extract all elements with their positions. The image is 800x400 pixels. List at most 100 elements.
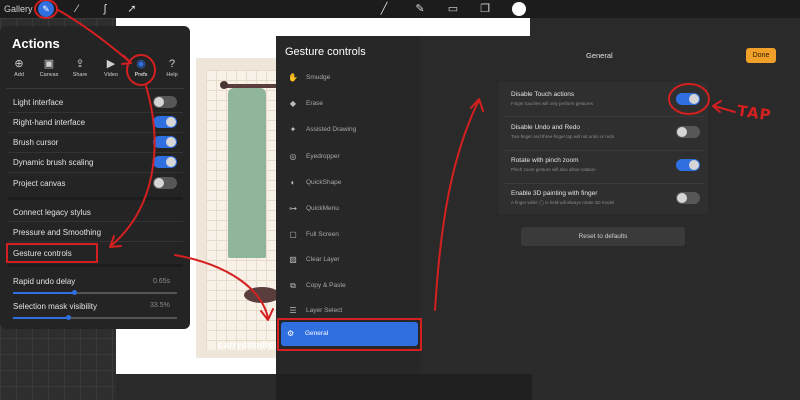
section-divider xyxy=(8,197,183,200)
magic-wand-icon[interactable]: ⁄ xyxy=(70,2,84,16)
brush-cursor-toggle[interactable] xyxy=(153,136,177,148)
add-icon: ⊕ xyxy=(14,58,24,70)
gesture-item-eyedropper[interactable]: ◎ Eyedropper xyxy=(276,146,420,168)
selection-mask-visibility-fill xyxy=(13,317,68,319)
quickshape-icon: ◐ xyxy=(290,178,296,187)
rapid-undo-delay-label: Rapid undo delay xyxy=(13,277,76,286)
full-screen-icon: ▢ xyxy=(289,230,297,239)
pressure-smoothing-link[interactable]: Pressure and Smoothing xyxy=(13,228,101,237)
selection-mask-visibility-value: 33.5% xyxy=(150,302,170,309)
enable-3d-painting-label: Enable 3D painting with finger xyxy=(511,190,598,197)
rapid-undo-delay-knob[interactable] xyxy=(71,290,77,295)
rotate-pinch-zoom-subtitle: Pinch zoom gesture will also allow rotat… xyxy=(511,167,596,172)
divider xyxy=(8,172,183,173)
light-interface-label: Light interface xyxy=(13,98,64,107)
light-interface-toggle[interactable] xyxy=(153,96,177,108)
divider xyxy=(504,150,704,151)
divider xyxy=(504,116,704,117)
gesture-item-quickshape[interactable]: ◐ QuickShape xyxy=(276,172,420,194)
gesture-item-erase[interactable]: ◆ Erase xyxy=(276,93,420,115)
divider xyxy=(8,221,183,222)
divider xyxy=(8,241,183,242)
gesture-item-quickmenu[interactable]: ⊶ QuickMenu xyxy=(276,198,420,220)
divider xyxy=(6,88,184,89)
smudge-icon[interactable]: ✎ xyxy=(413,2,427,16)
actions-title: Actions xyxy=(12,36,60,51)
canvas-icon: ▣ xyxy=(43,58,55,70)
project-canvas-label: Project canvas xyxy=(13,179,66,188)
disable-undo-redo-label: Disable Undo and Redo xyxy=(511,124,581,131)
gesture-controls-title: Gesture controls xyxy=(285,46,366,58)
gallery-button[interactable]: Gallery xyxy=(4,4,33,14)
copy-paste-icon: ⧉ xyxy=(290,281,296,290)
gesture-item-layer-select[interactable]: ☰ Layer Select xyxy=(276,300,420,322)
selection-mask-visibility-label: Selection mask visibility xyxy=(13,302,98,311)
enable-3d-painting-subtitle: A finger while ◯ is held will always rot… xyxy=(511,200,615,205)
eyedropper-icon: ◎ xyxy=(289,152,297,161)
done-button[interactable]: Done xyxy=(746,48,776,63)
top-toolbar xyxy=(0,0,800,18)
tab-share[interactable]: ⇪ Share xyxy=(66,58,94,78)
disable-undo-redo-subtitle: Two-finger and three-finger tap will not… xyxy=(511,134,615,139)
arrow-icon[interactable]: ➚ xyxy=(125,2,139,16)
disable-touch-actions-toggle[interactable] xyxy=(676,93,700,105)
gesture-item-smudge[interactable]: ✋ Smudge xyxy=(276,67,420,89)
tab-canvas[interactable]: ▣ Canvas xyxy=(35,58,63,78)
brush-icon[interactable]: ╱ xyxy=(377,2,391,16)
gesture-item-full-screen[interactable]: ▢ Full Screen xyxy=(276,224,420,246)
eraser-icon: ◆ xyxy=(289,99,297,108)
rapid-undo-delay-value: 0.65s xyxy=(153,278,171,285)
rotate-pinch-zoom-label: Rotate with pinch zoom xyxy=(511,157,579,164)
artwork-curtain xyxy=(228,88,266,258)
rapid-undo-delay-fill xyxy=(13,292,74,294)
project-canvas-toggle[interactable] xyxy=(153,177,177,189)
divider xyxy=(504,183,704,184)
right-hand-interface-toggle[interactable] xyxy=(153,116,177,128)
smudge-icon: ✋ xyxy=(288,73,298,82)
video-icon: ▶ xyxy=(106,58,116,70)
tab-help[interactable]: ? Help xyxy=(158,58,186,78)
gesture-item-general[interactable]: ⚙ General xyxy=(281,322,418,346)
disable-touch-actions-label: Disable Touch actions xyxy=(511,91,575,98)
layers-icon[interactable]: ❐ xyxy=(478,2,492,16)
gesture-item-assisted-drawing[interactable]: ✦ Assisted Drawing xyxy=(276,119,420,141)
artwork-table xyxy=(244,287,280,303)
divider xyxy=(8,112,183,113)
artwork-watermark: carlydoodles xyxy=(218,340,280,350)
layer-select-icon: ☰ xyxy=(289,306,297,315)
dynamic-brush-scaling-label: Dynamic brush scaling xyxy=(13,158,94,167)
gear-icon: ⚙ xyxy=(287,329,295,338)
help-icon: ? xyxy=(168,58,176,70)
right-hand-interface-label: Right-hand interface xyxy=(13,118,86,127)
rotate-pinch-zoom-toggle[interactable] xyxy=(676,159,700,171)
assisted-drawing-icon: ✦ xyxy=(289,125,297,134)
disable-undo-redo-toggle[interactable] xyxy=(676,126,700,138)
artwork-rod-knob xyxy=(220,81,228,89)
brush-cursor-label: Brush cursor xyxy=(13,138,59,147)
prefs-toggle-icon: ◉ xyxy=(136,58,146,70)
clear-layer-icon: ▨ xyxy=(289,255,297,264)
disable-touch-actions-subtitle: Finger touches will only perform gesture… xyxy=(511,101,594,106)
tab-add[interactable]: ⊕ Add xyxy=(5,58,33,78)
eraser-icon[interactable]: ▭ xyxy=(446,2,460,16)
gesture-item-copy-paste[interactable]: ⧉ Copy & Paste xyxy=(276,275,420,297)
s-curve-icon[interactable]: ʃ xyxy=(98,2,112,16)
section-divider xyxy=(8,264,183,267)
dynamic-brush-scaling-toggle[interactable] xyxy=(153,156,177,168)
gesture-controls-link[interactable]: Gesture controls xyxy=(13,249,72,258)
quickmenu-icon: ⊶ xyxy=(289,204,297,213)
connect-legacy-stylus-link[interactable]: Connect legacy stylus xyxy=(13,208,91,217)
enable-3d-painting-toggle[interactable] xyxy=(676,192,700,204)
general-title: General xyxy=(586,51,613,60)
tab-prefs[interactable]: ◉ Prefs xyxy=(127,58,155,78)
share-icon: ⇪ xyxy=(75,58,85,70)
divider xyxy=(8,152,183,153)
color-picker-button[interactable] xyxy=(512,2,526,16)
panel-bottom-strip xyxy=(276,374,532,400)
wrench-icon[interactable]: ✎ xyxy=(38,1,54,17)
gesture-item-clear-layer[interactable]: ▨ Clear Layer xyxy=(276,249,420,271)
divider xyxy=(8,132,183,133)
selection-mask-visibility-knob[interactable] xyxy=(65,315,71,320)
reset-to-defaults-button[interactable]: Reset to defaults xyxy=(521,227,685,246)
tab-video[interactable]: ▶ Video xyxy=(97,58,125,78)
